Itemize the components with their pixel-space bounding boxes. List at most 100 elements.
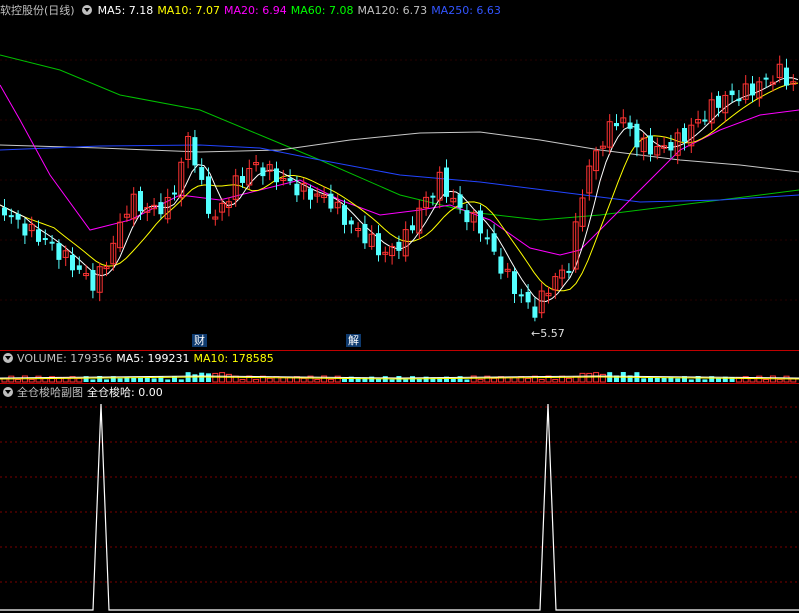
- ma60-line: [0, 54, 799, 221]
- volume-bar: [314, 378, 321, 383]
- dropdown-icon[interactable]: [81, 5, 92, 15]
- candle-body: [784, 67, 789, 86]
- candle-body: [328, 193, 334, 209]
- volume-bar: [178, 379, 184, 382]
- candle-body: [49, 241, 55, 244]
- volume-bar: [117, 378, 123, 382]
- volume-bar: [702, 379, 708, 382]
- volume-bar: [716, 378, 721, 382]
- low-price-label: ←5.57: [531, 327, 565, 340]
- volume-bar: [76, 377, 83, 383]
- volume-bar: [90, 379, 96, 382]
- volume-bar: [225, 373, 232, 383]
- candle-body: [287, 178, 293, 182]
- volume-bar: [675, 378, 681, 382]
- candle-body: [491, 233, 497, 252]
- volume-bar: [491, 377, 498, 383]
- candle-body: [634, 123, 640, 148]
- volume-header: VOLUME: 179356 MA5: 199231 MA10: 178585: [0, 351, 278, 367]
- candle-body: [70, 254, 75, 271]
- kline-chart[interactable]: [0, 0, 799, 350]
- candle-body: [199, 167, 205, 180]
- candle-body: [478, 210, 483, 234]
- candle-body: [90, 270, 96, 291]
- volume-bar: [552, 378, 559, 383]
- volume-bar: [206, 373, 211, 382]
- candle-body: [8, 215, 14, 218]
- volume-bar: [300, 377, 307, 383]
- volume-bar: [389, 379, 395, 382]
- volume-bar: [212, 372, 219, 383]
- candle-body: [702, 119, 708, 122]
- candle-body: [525, 291, 531, 303]
- dropdown-icon[interactable]: [3, 353, 13, 363]
- unlock-marker[interactable]: 解: [346, 334, 361, 347]
- candle-body: [763, 77, 769, 80]
- candle-body: [2, 207, 7, 216]
- candle-body: [627, 122, 633, 129]
- candle-body: [498, 256, 504, 274]
- signal-line: [0, 403, 799, 611]
- indicator-title: 全仓梭哈副图: [17, 386, 83, 399]
- ma250-label: MA250: 6.63: [431, 4, 501, 17]
- dropdown-icon[interactable]: [3, 387, 13, 397]
- candle-body: [15, 213, 21, 220]
- indicator-panel[interactable]: 全仓梭哈副图 全仓梭哈: 0.00: [0, 384, 799, 613]
- candle-body: [736, 98, 742, 102]
- kline-header: 软控股份(日线) MA5: 7.18 MA10: 7.07 MA20: 6.94 MA6…: [0, 3, 505, 19]
- candle-body: [464, 210, 470, 223]
- ma5-line: [0, 77, 799, 302]
- candle-body: [240, 176, 245, 183]
- candle-body: [444, 167, 449, 197]
- volume-bar: [565, 377, 572, 383]
- candle-body: [56, 243, 62, 260]
- volume-label: VOLUME: 179356: [17, 352, 113, 365]
- volume-bar: [327, 378, 334, 383]
- ma20-label: MA20: 6.94: [224, 4, 287, 17]
- candle-body: [342, 205, 347, 225]
- volume-bar: [776, 378, 783, 383]
- volume-bar: [403, 379, 409, 382]
- volume-bar: [192, 374, 198, 382]
- indicator-chart[interactable]: [0, 384, 799, 613]
- volume-bar: [239, 378, 246, 383]
- vol-ma5-label: MA5: 199231: [116, 352, 190, 365]
- volume-bar: [538, 378, 545, 383]
- candle-body: [172, 192, 177, 195]
- kline-panel[interactable]: 软控股份(日线) MA5: 7.18 MA10: 7.07 MA20: 6.94 MA6…: [0, 0, 799, 350]
- ma120-line: [0, 131, 799, 173]
- candle-body: [274, 168, 279, 183]
- volume-bar: [104, 379, 109, 382]
- indicator-header: 全仓梭哈副图 全仓梭哈: 0.00: [0, 385, 167, 401]
- volume-bar: [464, 379, 470, 382]
- candle-body: [138, 191, 143, 212]
- candle-body: [158, 202, 164, 215]
- candle-body: [532, 306, 538, 318]
- volume-bar: [586, 372, 593, 383]
- ma10-line: [0, 82, 799, 292]
- volume-bar: [165, 379, 171, 382]
- stock-title: 软控股份(日线): [0, 4, 75, 17]
- volume-bar: [28, 378, 35, 383]
- volume-bar: [688, 379, 694, 382]
- candle-body: [430, 195, 436, 198]
- candle-body: [192, 137, 198, 166]
- candle-body: [294, 183, 300, 196]
- candle-body: [729, 90, 735, 96]
- candle-body: [396, 241, 402, 251]
- candle-body: [206, 176, 211, 214]
- candle-body: [22, 223, 28, 236]
- ma5-label: MA5: 7.18: [97, 4, 154, 17]
- candle-body: [484, 237, 490, 240]
- candle-body: [716, 95, 721, 108]
- finance-marker[interactable]: 财: [192, 334, 207, 347]
- candle-body: [260, 167, 266, 177]
- candle-body: [457, 194, 463, 208]
- volume-bar: [525, 377, 532, 383]
- volume-panel[interactable]: VOLUME: 179356 MA5: 199231 MA10: 178585: [0, 351, 799, 383]
- candle-body: [76, 265, 82, 270]
- volume-bar: [15, 378, 22, 383]
- candle-body: [410, 225, 415, 231]
- volume-bar: [763, 378, 770, 383]
- candle-body: [36, 229, 41, 242]
